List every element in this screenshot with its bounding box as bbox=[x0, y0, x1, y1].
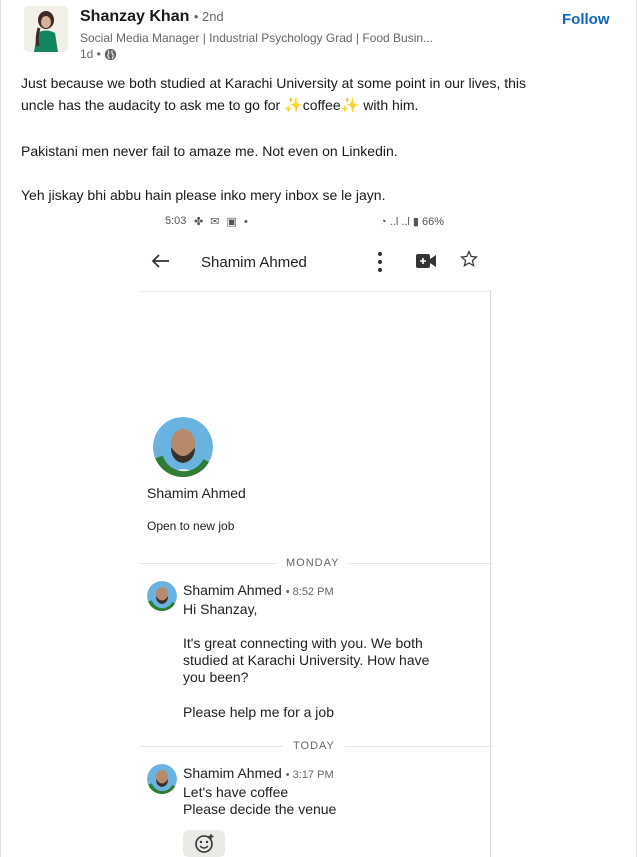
post-meta: 1d • bbox=[80, 47, 117, 61]
message-line: Hi Shanzay, bbox=[183, 601, 258, 617]
post-text-line2: uncle has the audacity to ask me to go f… bbox=[21, 95, 418, 116]
author-headline: Social Media Manager | Industrial Psycho… bbox=[80, 31, 434, 45]
signal-icon: ◔ ..l ..l ▮ bbox=[380, 216, 423, 228]
message-sender[interactable]: Shamim Ahmed • 8:52 PM bbox=[183, 582, 334, 598]
star-icon[interactable] bbox=[460, 250, 478, 268]
message-sender-name[interactable]: Shamim Ahmed bbox=[183, 765, 282, 781]
message-sender[interactable]: Shamim Ahmed • 3:17 PM bbox=[183, 765, 334, 781]
status-bar: 5:03 ✤ ✉ ▣ • ◔ ..l ..l ▮ 66% bbox=[140, 207, 492, 235]
battery-level: 66% bbox=[422, 216, 445, 228]
message-line: Please decide the venue bbox=[183, 801, 337, 817]
message-line: It's great connecting with you. We both bbox=[183, 635, 423, 651]
message-line: Let's have coffee bbox=[183, 784, 289, 800]
screenshot-edge bbox=[490, 290, 491, 857]
back-arrow-icon[interactable] bbox=[149, 249, 173, 273]
post-border-left bbox=[0, 0, 1, 857]
add-reaction-icon bbox=[195, 834, 214, 853]
video-call-icon[interactable] bbox=[416, 254, 436, 268]
status-right: ◔ ..l ..l ▮ 66% bbox=[380, 215, 444, 228]
message-sender-name[interactable]: Shamim Ahmed bbox=[183, 582, 282, 598]
sparkles-icon: ✨ bbox=[284, 97, 303, 114]
message-line: studied at Karachi University. How have bbox=[183, 652, 430, 668]
contact-status: Open to new job bbox=[147, 519, 235, 533]
follow-button[interactable]: Follow bbox=[562, 11, 610, 28]
message-line: you been? bbox=[183, 669, 249, 685]
post-text-coffee: coffee bbox=[302, 97, 341, 113]
post-text-line2-end: with him. bbox=[359, 97, 419, 113]
author-name-text[interactable]: Shanzay Khan bbox=[80, 8, 189, 25]
post-text-line1: Just because we both studied at Karachi … bbox=[21, 75, 527, 91]
message-line: Please help me for a job bbox=[183, 704, 334, 720]
more-vert-icon[interactable] bbox=[376, 251, 384, 273]
add-reaction-button[interactable] bbox=[183, 830, 225, 857]
sender-avatar[interactable] bbox=[147, 764, 177, 794]
contact-avatar[interactable] bbox=[153, 417, 213, 477]
day-label-today: TODAY bbox=[283, 740, 345, 752]
post-time: 1d • bbox=[80, 47, 101, 61]
connection-degree: • 2nd bbox=[193, 9, 224, 24]
post-text-line3: Pakistani men never fail to amaze me. No… bbox=[21, 143, 398, 159]
author-avatar[interactable] bbox=[24, 6, 68, 52]
chat-title[interactable]: Shamim Ahmed bbox=[201, 254, 307, 271]
globe-icon bbox=[104, 48, 117, 61]
linkedin-post: Shanzay Khan • 2nd Social Media Manager … bbox=[0, 0, 637, 857]
chat-app-bar: Shamim Ahmed bbox=[140, 235, 492, 292]
attached-screenshot[interactable]: 5:03 ✤ ✉ ▣ • ◔ ..l ..l ▮ 66% Shamim Ahme… bbox=[140, 207, 492, 857]
post-text-line4: Yeh jiskay bhi abbu hain please inko mer… bbox=[21, 187, 386, 203]
author-name[interactable]: Shanzay Khan • 2nd bbox=[80, 8, 224, 26]
notification-icons: ✤ ✉ ▣ • bbox=[194, 216, 250, 228]
day-label-monday: MONDAY bbox=[276, 557, 350, 569]
sparkles-icon: ✨ bbox=[340, 97, 360, 114]
contact-name[interactable]: Shamim Ahmed bbox=[147, 485, 246, 501]
message-time: 3:17 PM bbox=[292, 769, 334, 781]
message-time: 8:52 PM bbox=[292, 586, 334, 598]
sender-avatar[interactable] bbox=[147, 581, 177, 611]
status-time: 5:03 bbox=[165, 215, 187, 227]
post-text-line2-start: uncle has the audacity to ask me to go f… bbox=[21, 97, 285, 113]
